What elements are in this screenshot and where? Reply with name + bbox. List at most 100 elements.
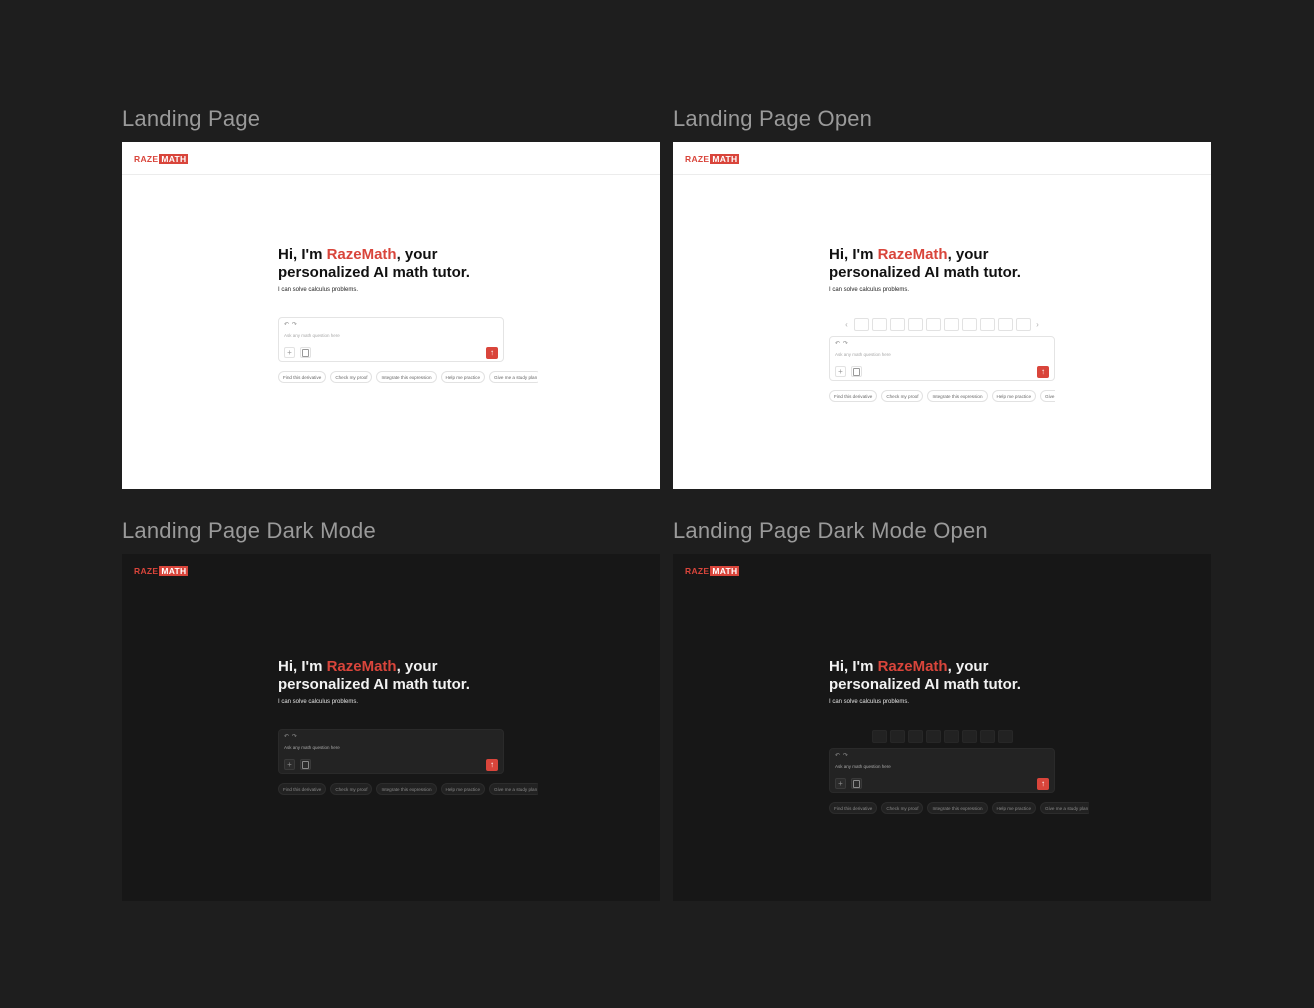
suggestion-chips: Find this derivative Check my proof Inte… bbox=[829, 390, 1055, 402]
carousel-slot[interactable] bbox=[961, 317, 977, 331]
undo-icon[interactable]: ↶ bbox=[835, 340, 840, 347]
carousel-slot[interactable] bbox=[925, 317, 941, 331]
document-icon[interactable] bbox=[851, 778, 862, 789]
document-icon[interactable] bbox=[300, 347, 311, 358]
chip-find-derivative[interactable]: Find this derivative bbox=[829, 802, 878, 814]
send-button[interactable]: ↑ bbox=[1037, 778, 1049, 790]
arrow-up-icon: ↑ bbox=[490, 760, 494, 769]
chip-check-proof[interactable]: Check my proof bbox=[881, 390, 924, 402]
document-icon[interactable] bbox=[300, 759, 311, 770]
chip-study-plan[interactable]: Give me a study plan bbox=[489, 783, 538, 795]
carousel-slot[interactable] bbox=[907, 317, 923, 331]
hero-title: Hi, I'm RazeMath, your personalized AI ma… bbox=[278, 658, 470, 693]
chevron-right-icon[interactable]: › bbox=[1034, 320, 1042, 329]
plus-icon[interactable]: + bbox=[284, 759, 295, 770]
chat-composer: ↶ ↷ Ask any math question here + ↑ bbox=[829, 336, 1055, 381]
carousel-slot[interactable] bbox=[997, 317, 1013, 331]
redo-icon[interactable]: ↷ bbox=[292, 321, 297, 328]
redo-icon[interactable]: ↷ bbox=[292, 733, 297, 740]
plus-icon[interactable]: + bbox=[835, 366, 846, 377]
hero: Hi, I'm RazeMath, your personalized AI ma… bbox=[829, 246, 1089, 293]
chip-integrate-expression[interactable]: Integrate this expression bbox=[927, 802, 988, 814]
logo-text-math: MATH bbox=[710, 154, 740, 164]
history-carousel: ‹ › bbox=[829, 317, 1055, 331]
chip-check-proof[interactable]: Check my proof bbox=[330, 783, 373, 795]
hero-brand-name: RazeMath bbox=[326, 658, 397, 675]
carousel-slot[interactable] bbox=[907, 729, 923, 743]
razemath-logo[interactable]: RAZE MATH bbox=[134, 154, 189, 164]
chip-integrate-expression[interactable]: Integrate this expression bbox=[376, 783, 437, 795]
send-button[interactable]: ↑ bbox=[486, 759, 498, 771]
plus-icon[interactable]: + bbox=[835, 778, 846, 789]
history-carousel bbox=[829, 729, 1055, 743]
chip-integrate-expression[interactable]: Integrate this expression bbox=[927, 390, 988, 402]
question-input[interactable]: Ask any math question here bbox=[835, 764, 891, 769]
undo-icon[interactable]: ↶ bbox=[284, 733, 289, 740]
carousel-slot[interactable] bbox=[925, 729, 941, 743]
razemath-logo[interactable]: RAZE MATH bbox=[685, 566, 740, 576]
chip-help-practice[interactable]: Help me practice bbox=[440, 783, 486, 795]
logo-text-math: MATH bbox=[159, 566, 189, 576]
suggestion-chips: Find this derivative Check my proof Inte… bbox=[829, 802, 1089, 814]
carousel-slot[interactable] bbox=[943, 317, 959, 331]
razemath-logo[interactable]: RAZE MATH bbox=[685, 154, 740, 164]
hero-title: Hi, I'm RazeMath, your personalized AI ma… bbox=[829, 246, 1021, 281]
carousel-slot[interactable] bbox=[871, 729, 887, 743]
chip-find-derivative[interactable]: Find this derivative bbox=[829, 390, 878, 402]
logo-text-raze: RAZE bbox=[685, 566, 710, 576]
chip-help-practice[interactable]: Help me practice bbox=[991, 802, 1037, 814]
hero-subtitle: I can solve calculus problems. bbox=[278, 699, 359, 705]
carousel-slot[interactable] bbox=[889, 317, 905, 331]
chat-composer: ↶ ↷ Ask any math question here + ↑ bbox=[278, 729, 504, 774]
frame-landing-page: RAZE MATH Hi, I'm RazeMath, your personali… bbox=[122, 142, 660, 489]
question-input[interactable]: Ask any math question here bbox=[284, 745, 340, 750]
top-bar: RAZE MATH bbox=[673, 554, 1211, 586]
carousel-slot[interactable] bbox=[1015, 317, 1031, 331]
carousel-slot[interactable] bbox=[979, 729, 995, 743]
question-input[interactable]: Ask any math question here bbox=[284, 333, 340, 338]
arrow-up-icon: ↑ bbox=[1041, 367, 1045, 376]
hero-title: Hi, I'm RazeMath, your personalized AI ma… bbox=[829, 658, 1021, 693]
chip-check-proof[interactable]: Check my proof bbox=[330, 371, 373, 383]
document-icon[interactable] bbox=[851, 366, 862, 377]
send-button[interactable]: ↑ bbox=[1037, 366, 1049, 378]
chip-help-practice[interactable]: Help me practice bbox=[991, 390, 1037, 402]
send-button[interactable]: ↑ bbox=[486, 347, 498, 359]
redo-icon[interactable]: ↷ bbox=[843, 340, 848, 347]
carousel-slot[interactable] bbox=[853, 317, 869, 331]
undo-icon[interactable]: ↶ bbox=[835, 752, 840, 759]
carousel-slot[interactable] bbox=[889, 729, 905, 743]
carousel-slot[interactable] bbox=[961, 729, 977, 743]
logo-text-raze: RAZE bbox=[134, 566, 159, 576]
frame-landing-page-dark-open: RAZE MATH Hi, I'm RazeMath, your personali… bbox=[673, 554, 1211, 901]
redo-icon[interactable]: ↷ bbox=[843, 752, 848, 759]
chip-study-plan[interactable]: Give me a study plan bbox=[489, 371, 538, 383]
hero-subtitle: I can solve calculus problems. bbox=[278, 287, 359, 293]
top-bar: RAZE MATH bbox=[673, 142, 1211, 175]
chat-composer: ↶ ↷ Ask any math question here + ↑ bbox=[829, 748, 1055, 793]
carousel-slot[interactable] bbox=[997, 729, 1013, 743]
logo-text-raze: RAZE bbox=[134, 154, 159, 164]
undo-icon[interactable]: ↶ bbox=[284, 321, 289, 328]
carousel-slot[interactable] bbox=[871, 317, 887, 331]
chip-help-practice[interactable]: Help me practice bbox=[440, 371, 486, 383]
hero: Hi, I'm RazeMath, your personalized AI ma… bbox=[829, 658, 1089, 705]
hero-subtitle: I can solve calculus problems. bbox=[829, 699, 910, 705]
carousel-slot[interactable] bbox=[979, 317, 995, 331]
chip-study-plan[interactable]: Give me a study plan bbox=[1040, 390, 1055, 402]
plus-icon[interactable]: + bbox=[284, 347, 295, 358]
chip-study-plan[interactable]: Give me a study plan bbox=[1040, 802, 1089, 814]
chip-find-derivative[interactable]: Find this derivative bbox=[278, 783, 327, 795]
chip-check-proof[interactable]: Check my proof bbox=[881, 802, 924, 814]
top-bar: RAZE MATH bbox=[122, 142, 660, 175]
hero-subtitle: I can solve calculus problems. bbox=[829, 287, 910, 293]
top-bar: RAZE MATH bbox=[122, 554, 660, 586]
logo-text-math: MATH bbox=[159, 154, 189, 164]
chip-find-derivative[interactable]: Find this derivative bbox=[278, 371, 327, 383]
razemath-logo[interactable]: RAZE MATH bbox=[134, 566, 189, 576]
chevron-left-icon[interactable]: ‹ bbox=[843, 320, 851, 329]
chip-integrate-expression[interactable]: Integrate this expression bbox=[376, 371, 437, 383]
hero-title: Hi, I'm RazeMath, your personalized AI ma… bbox=[278, 246, 470, 281]
question-input[interactable]: Ask any math question here bbox=[835, 352, 891, 357]
carousel-slot[interactable] bbox=[943, 729, 959, 743]
